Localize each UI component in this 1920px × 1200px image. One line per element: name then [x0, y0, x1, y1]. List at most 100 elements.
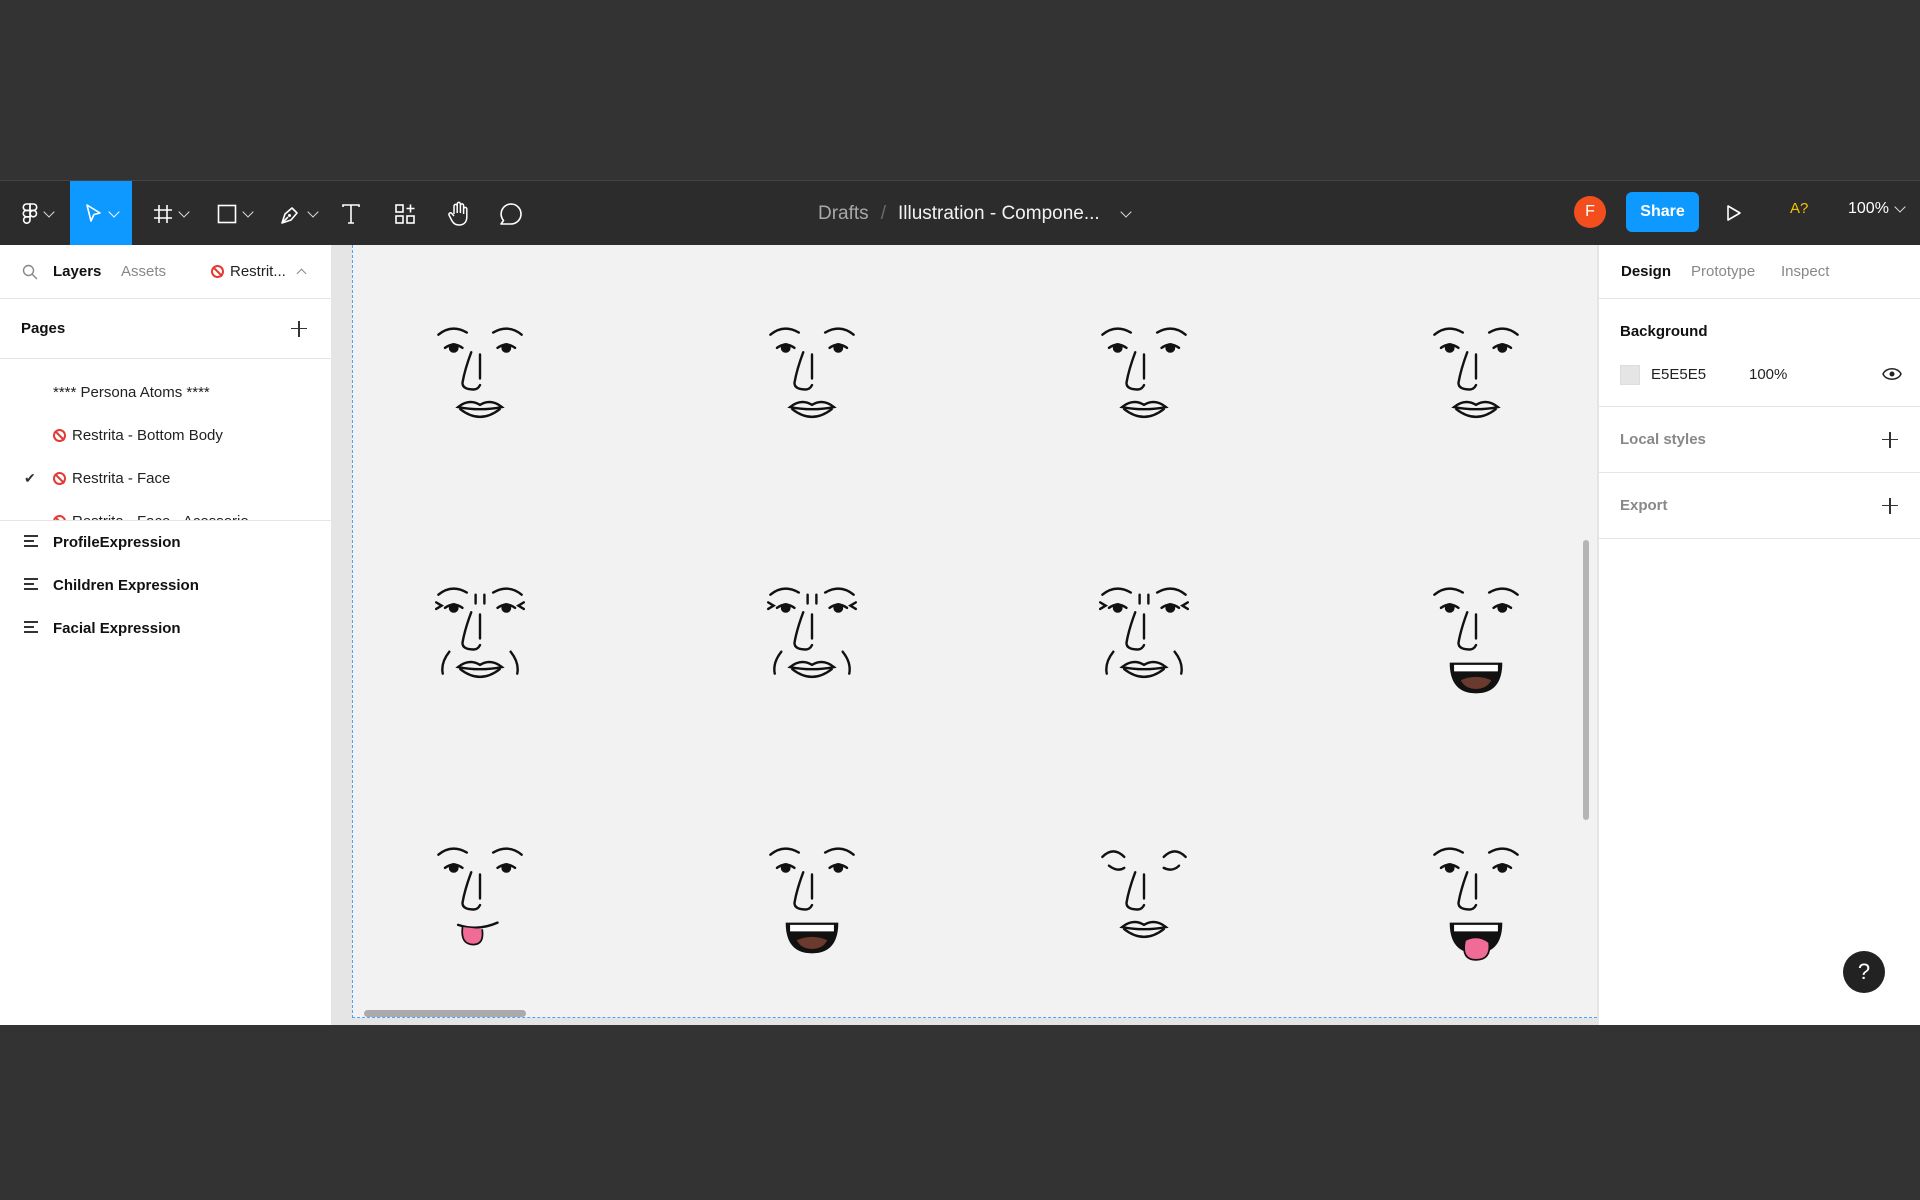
- chevron-down-icon: [177, 205, 190, 218]
- comment-tool-button[interactable]: [494, 181, 528, 246]
- export-section: Export: [1599, 473, 1920, 539]
- tab-design[interactable]: Design: [1621, 263, 1671, 280]
- frame-layer-icon: [24, 578, 38, 593]
- left-panel: Layers Assets Restrit... Pages **** Pers…: [0, 245, 332, 1025]
- horizontal-scrollbar[interactable]: [364, 1010, 526, 1017]
- search-icon[interactable]: [22, 264, 38, 280]
- file-title[interactable]: Drafts / Illustration - Compone...: [818, 181, 1132, 246]
- page-item-label: **** Persona Atoms ****: [53, 384, 210, 401]
- restricted-icon: [53, 429, 66, 442]
- present-button[interactable]: [1726, 200, 1742, 231]
- chevron-down-icon: [42, 205, 55, 218]
- tab-prototype[interactable]: Prototype: [1691, 263, 1755, 280]
- background-color-swatch[interactable]: [1620, 365, 1640, 385]
- chevron-down-icon: [1894, 201, 1906, 213]
- page-item-label: Restrita - Face: [72, 470, 171, 487]
- main-menu-button[interactable]: [8, 181, 66, 246]
- add-export-icon[interactable]: [1882, 497, 1898, 514]
- chevron-down-icon: [241, 205, 254, 218]
- restricted-icon: [211, 265, 224, 278]
- layer-label: Children Expression: [53, 577, 199, 594]
- add-page-icon[interactable]: [291, 320, 307, 337]
- text-tool-icon: [342, 203, 360, 224]
- face-illustration-closed-eyes[interactable]: [1089, 835, 1199, 945]
- page-item-current[interactable]: ✔ Restrita - Face: [0, 457, 331, 500]
- page-item[interactable]: Restrita - Face - Acessorio: [0, 500, 331, 520]
- chevron-down-icon[interactable]: [1120, 205, 1132, 218]
- text-tool-button[interactable]: [334, 181, 368, 246]
- help-button[interactable]: ?: [1843, 951, 1885, 993]
- face-illustration-tongue-out[interactable]: [425, 835, 535, 946]
- pen-tool-button[interactable]: [274, 181, 322, 246]
- page-list: **** Persona Atoms **** Restrita - Botto…: [0, 359, 331, 521]
- face-frame[interactable]: [352, 245, 1597, 1018]
- shape-tool-button[interactable]: [210, 181, 258, 246]
- vertical-scrollbar[interactable]: [1583, 540, 1589, 820]
- move-tool-icon: [85, 203, 101, 222]
- face-illustration-neutral[interactable]: [1089, 315, 1199, 425]
- layer-item[interactable]: Facial Expression: [0, 607, 331, 650]
- face-illustration-neutral[interactable]: [1421, 315, 1531, 425]
- local-styles-label: Local styles: [1620, 431, 1706, 448]
- pen-tool-icon: [280, 206, 298, 224]
- layer-item[interactable]: ProfileExpression: [0, 521, 331, 564]
- tab-layers[interactable]: Layers: [53, 263, 101, 280]
- resources-button[interactable]: [388, 181, 422, 246]
- missing-fonts-indicator[interactable]: A?: [1790, 200, 1808, 217]
- page-item-label: Restrita - Face - Acessorio: [72, 513, 249, 520]
- page-item[interactable]: **** Persona Atoms ****: [0, 371, 331, 414]
- face-illustration-laughing[interactable]: [1421, 575, 1531, 694]
- layer-item[interactable]: Children Expression: [0, 564, 331, 607]
- eye-icon[interactable]: [1882, 367, 1902, 381]
- resources-icon: [395, 203, 415, 224]
- face-illustration-squint[interactable]: [1089, 575, 1199, 685]
- face-illustration-neutral[interactable]: [757, 315, 867, 425]
- tab-assets[interactable]: Assets: [121, 263, 166, 280]
- comment-tool-icon: [500, 202, 522, 225]
- local-styles-section: Local styles: [1599, 407, 1920, 473]
- background-label: Background: [1620, 323, 1708, 340]
- pages-header: Pages: [0, 299, 331, 359]
- share-button[interactable]: Share: [1626, 192, 1699, 232]
- layer-label: Facial Expression: [53, 620, 181, 637]
- frame-tool-icon: [153, 204, 172, 223]
- restricted-icon: [53, 472, 66, 485]
- current-page-label: Restrit...: [230, 263, 286, 280]
- tab-inspect[interactable]: Inspect: [1781, 263, 1829, 280]
- breadcrumb-drafts[interactable]: Drafts: [818, 203, 869, 225]
- frame-layer-icon: [24, 535, 38, 550]
- background-section: Background E5E5E5 100%: [1599, 299, 1920, 407]
- checkmark-icon: ✔: [24, 470, 36, 486]
- frame-layer-icon: [24, 621, 38, 636]
- frame-tool-button[interactable]: [146, 181, 194, 246]
- zoom-dropdown[interactable]: 100%: [1848, 200, 1906, 218]
- background-opacity-input[interactable]: 100%: [1749, 366, 1787, 383]
- page-item[interactable]: Restrita - Bottom Body: [0, 414, 331, 457]
- chevron-down-icon: [306, 205, 319, 218]
- face-illustration-squint[interactable]: [757, 575, 867, 685]
- zoom-level: 100%: [1848, 200, 1889, 217]
- chevron-down-icon: [107, 205, 120, 218]
- face-illustration-laughing[interactable]: [757, 835, 867, 954]
- face-illustration-neutral[interactable]: [425, 315, 535, 425]
- avatar[interactable]: F: [1574, 196, 1606, 228]
- shape-tool-icon: [217, 204, 236, 223]
- face-illustration-squint[interactable]: [425, 575, 535, 685]
- breadcrumb-separator: /: [880, 202, 886, 224]
- add-style-icon[interactable]: [1882, 431, 1898, 448]
- background-hex-input[interactable]: E5E5E5: [1651, 366, 1706, 383]
- export-label: Export: [1620, 497, 1668, 514]
- move-tool-button[interactable]: [70, 181, 132, 246]
- file-name[interactable]: Illustration - Compone...: [898, 203, 1100, 225]
- present-icon: [1727, 205, 1741, 221]
- page-item-label: Restrita - Bottom Body: [72, 427, 223, 444]
- right-panel: Design Prototype Inspect Background E5E5…: [1598, 245, 1920, 1025]
- hand-tool-button[interactable]: [442, 181, 476, 246]
- figma-menu-icon: [22, 202, 37, 224]
- current-page-selector[interactable]: Restrit...: [211, 263, 307, 280]
- face-illustration-laughing-tongue[interactable]: [1421, 835, 1531, 961]
- left-panel-tabs: Layers Assets Restrit...: [0, 245, 331, 299]
- chevron-up-icon: [296, 268, 307, 279]
- pages-label: Pages: [21, 320, 66, 337]
- hand-tool-icon: [448, 201, 468, 226]
